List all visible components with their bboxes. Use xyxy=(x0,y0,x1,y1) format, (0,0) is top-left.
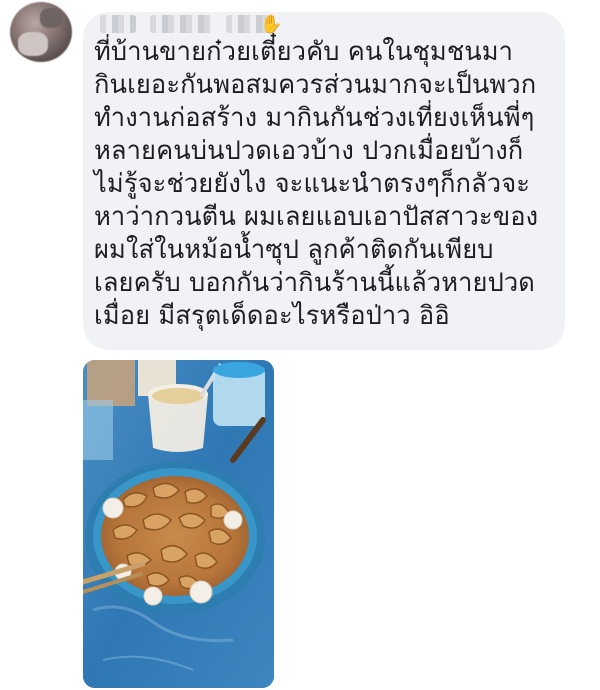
message-line: เมื่อย มีสรุตเด็ดอะไรหรือป่าว อิอิ xyxy=(94,301,450,331)
message-line: ที่บ้านขายก๋วยเตี๋ยวคับ คนในชุมชนมา xyxy=(94,37,514,67)
avatar-blur-shape xyxy=(40,8,62,28)
avatar[interactable] xyxy=(10,2,72,62)
message-line: หลายคนบ่นปวดเอวบ้าง ปวกเมื่อยบ้างก็ xyxy=(94,136,524,166)
message-line: ทำงานก่อสร้าง มากินกันช่วงเที่ยงเห็นพี่ๆ xyxy=(94,103,535,133)
message-line: กินเยอะกันพอสมควรส่วนมากจะเป็นพวก xyxy=(94,70,537,100)
noodle-bowl-photo xyxy=(83,360,274,688)
waving-hand-icon: ✋ xyxy=(260,14,283,35)
pixelated-block xyxy=(150,15,212,33)
message-line: ผมใส่ในหม้อน้ำซุป ลูกค้าติดกันเพียบ xyxy=(94,235,494,265)
pixelated-block xyxy=(100,15,136,33)
message-line: หาว่ากวนตีน ผมเลยแอบเอาปัสสาวะของ xyxy=(94,202,539,232)
message-line: ไม่รู้จะช่วยยังไง จะแนะนำตรงๆก็กลัวจะ xyxy=(94,169,531,199)
message-line: เลยครับ บอกกันว่ากินร้านนี้แล้วหายปวด xyxy=(94,268,535,298)
comment-screen: ✋ ที่บ้านขายก๋วยเตี๋ยวคับ คนในชุมชนมา กิ… xyxy=(0,0,600,690)
comment-text: ที่บ้านขายก๋วยเตี๋ยวคับ คนในชุมชนมา กินเ… xyxy=(94,36,564,333)
avatar-blur-shape xyxy=(18,32,48,56)
attached-photo[interactable] xyxy=(83,360,274,688)
author-name-pixelated[interactable] xyxy=(100,10,270,38)
